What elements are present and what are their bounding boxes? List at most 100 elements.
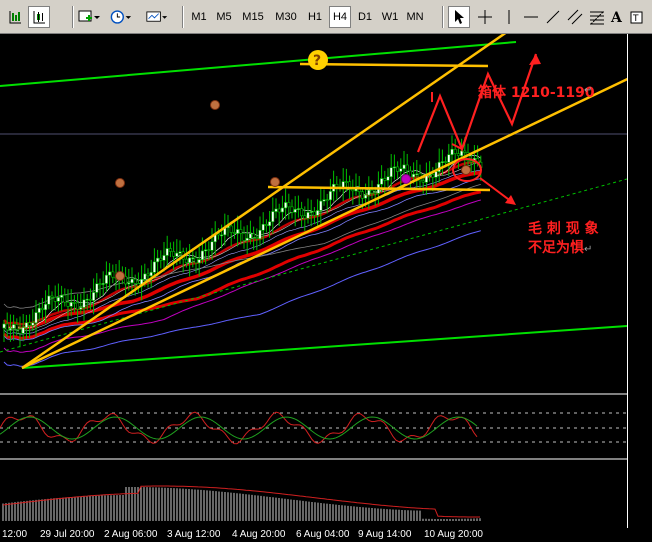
timeframe-mn[interactable]: MN (404, 6, 426, 28)
candle-body (453, 149, 457, 154)
candle-body (287, 202, 291, 208)
vertical-line-icon[interactable] (498, 6, 520, 28)
candle-body (50, 295, 54, 298)
template-icon[interactable] (146, 6, 168, 28)
candle-body (335, 183, 339, 188)
price-chart[interactable]: ? (0, 34, 627, 528)
toolbar: A T M1 M5 M15 M30 H1 H4 D1 W1 MN (0, 0, 652, 34)
candle-body (447, 154, 451, 163)
candle-body (143, 273, 147, 280)
candle-body (261, 224, 265, 231)
candle-body (149, 272, 153, 277)
candle-body (258, 229, 262, 239)
horizontal-line-icon[interactable] (520, 6, 542, 28)
candle-body (8, 328, 12, 331)
candle-body (399, 168, 403, 172)
candle-body (15, 324, 19, 330)
candle-body (322, 199, 326, 202)
candle-body (95, 283, 99, 293)
candle-body (31, 322, 35, 326)
timeframe-m15[interactable]: M15 (238, 6, 268, 28)
candle-body (469, 160, 473, 163)
fibonacci-icon[interactable] (586, 6, 608, 28)
candle-body (383, 178, 387, 181)
time-axis-label: 29 Jul 20:00 (40, 529, 95, 540)
candle-body (245, 237, 249, 241)
candle-body (34, 312, 38, 324)
candle-body (293, 209, 297, 213)
candle-body (248, 233, 252, 239)
price-scale (627, 34, 652, 528)
timeframe-m30[interactable]: M30 (271, 6, 301, 28)
candle-body (255, 237, 259, 239)
candle-body (325, 199, 329, 201)
candle-body (312, 211, 316, 216)
equidistant-channel-icon[interactable] (564, 6, 586, 28)
candle-body (63, 294, 67, 303)
candle-body (402, 164, 406, 169)
timeframe-m5[interactable]: M5 (213, 6, 235, 28)
time-axis: 12:00 29 Jul 20:00 2 Aug 06:00 3 Aug 12:00 4… (0, 528, 652, 542)
candle-body (44, 303, 48, 311)
candle-body (341, 181, 345, 188)
candle-body (264, 224, 268, 227)
candle-body (175, 252, 179, 257)
candle-body (162, 255, 166, 261)
time-axis-label: 4 Aug 20:00 (232, 529, 286, 540)
candle-body (2, 323, 6, 329)
candle-body (159, 257, 163, 261)
new-chart-icon[interactable] (78, 6, 100, 28)
return-glyph: ↵ (584, 85, 593, 96)
timeframe-d1[interactable]: D1 (354, 6, 376, 28)
candle-body (53, 297, 57, 302)
candle-body (328, 191, 332, 201)
candle-body (415, 173, 419, 176)
question-mark-text: ? (313, 53, 321, 69)
trendline-icon[interactable] (542, 6, 564, 28)
candle-body (456, 153, 460, 156)
candle-body (24, 322, 28, 328)
candle-body (389, 167, 393, 177)
candle-body (108, 271, 112, 276)
candle-body (296, 208, 300, 210)
candle-body (18, 328, 22, 334)
candle-body (440, 161, 444, 163)
candle-body (37, 307, 41, 313)
text-label-icon[interactable]: T (626, 6, 648, 28)
timeframe-h1[interactable]: H1 (304, 6, 326, 28)
candle-body (12, 324, 16, 329)
candle-body (204, 249, 208, 252)
candle-body (364, 194, 368, 199)
candle-body (431, 174, 435, 178)
candle-body (373, 192, 377, 195)
clock-icon[interactable] (110, 6, 132, 28)
candle-body (92, 292, 96, 301)
candle-body (319, 200, 323, 211)
timeframe-h4[interactable]: H4 (329, 6, 351, 28)
candle-body (351, 189, 355, 192)
time-axis-label: 2 Aug 06:00 (104, 529, 158, 540)
candle-body (127, 282, 131, 285)
candle-body (367, 189, 371, 196)
chart-candle-icon[interactable] (28, 6, 50, 28)
text-icon[interactable]: A (606, 6, 628, 28)
timeframe-w1[interactable]: W1 (379, 6, 401, 28)
crosshair-icon[interactable] (474, 6, 496, 28)
toolbar-separator (442, 6, 444, 28)
candle-body (316, 210, 320, 216)
candle-body (229, 225, 233, 233)
candle-body (69, 302, 73, 307)
candle-body (386, 176, 390, 181)
cursor-icon[interactable] (448, 6, 470, 28)
candle-body (165, 248, 169, 256)
candle-body (370, 189, 374, 194)
candle-body (300, 208, 304, 217)
box-range-label: 箱体 1210-1190 (478, 85, 595, 101)
candle-body (450, 149, 454, 155)
timeframe-m1[interactable]: M1 (188, 6, 210, 28)
candle-body (344, 181, 348, 183)
candle-body (28, 322, 32, 326)
candle-body (232, 232, 236, 234)
candle-body (207, 249, 211, 252)
chart-bar-icon[interactable] (4, 6, 26, 28)
